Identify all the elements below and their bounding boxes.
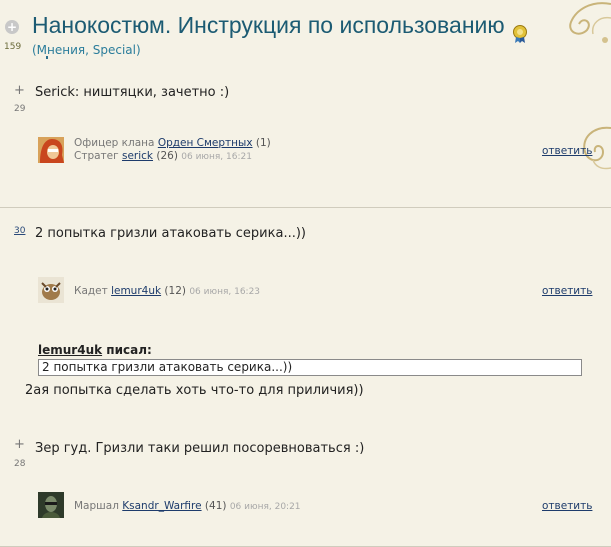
reply-link[interactable]: ответить	[542, 500, 592, 512]
reply-link[interactable]: ответить	[542, 285, 592, 297]
post-date: 06 июня, 20:21	[229, 502, 301, 512]
author-link[interactable]: Ksandr_Warfire	[122, 500, 201, 512]
corner-ornament	[569, 2, 611, 43]
page-title: Нанокостюм. Инструкция по использованию	[32, 12, 505, 38]
post-rating[interactable]: 30	[14, 226, 25, 236]
author-line: Стратег serick (26) 06 июня, 16:21	[74, 150, 252, 162]
post-text: Serick: ништяцки, зачетно :)	[35, 85, 230, 100]
post-rating: 29	[14, 104, 26, 114]
author-clan-line: Офицер клана Орден Смертных (1)	[74, 137, 271, 149]
vote-up-button[interactable]: +	[14, 83, 25, 98]
post-rating: 28	[14, 459, 26, 469]
post-text: 2 попытка гризли атаковать серика...))	[35, 226, 306, 241]
post-text: Зер гуд. Гризли таки решил посоревновать…	[35, 441, 365, 456]
quote-author: lemur4uk писал:	[38, 343, 152, 357]
post-date: 06 июня, 16:21	[181, 152, 252, 162]
author-link[interactable]: serick	[122, 150, 153, 162]
marker-dot	[46, 56, 48, 59]
vote-up-button[interactable]: +	[14, 437, 25, 452]
post-text: 2ая попытка сделать хоть что-то для прил…	[25, 383, 364, 398]
quote-block: 2 попытка гризли атаковать серика...))	[38, 359, 582, 376]
collapse-topic-icon[interactable]: +	[5, 20, 19, 34]
author-link[interactable]: lemur4uk	[111, 285, 161, 297]
topic-score: 159	[4, 42, 22, 52]
author-line: Маршал Ksandr_Warfire (41) 06 июня, 20:2…	[74, 500, 301, 512]
divider	[0, 207, 611, 208]
author-line: Кадет lemur4uk (12) 06 июня, 16:23	[74, 285, 261, 297]
topic-category[interactable]: (Мнения, Special)	[32, 43, 141, 57]
post-date: 06 июня, 16:23	[189, 287, 261, 297]
reply-link[interactable]: ответить	[542, 145, 592, 157]
avatar[interactable]	[38, 492, 64, 518]
avatar[interactable]	[38, 137, 64, 163]
quote-author-link[interactable]: lemur4uk	[38, 343, 102, 357]
clan-link[interactable]: Орден Смертных	[158, 137, 253, 149]
avatar[interactable]	[38, 277, 64, 303]
